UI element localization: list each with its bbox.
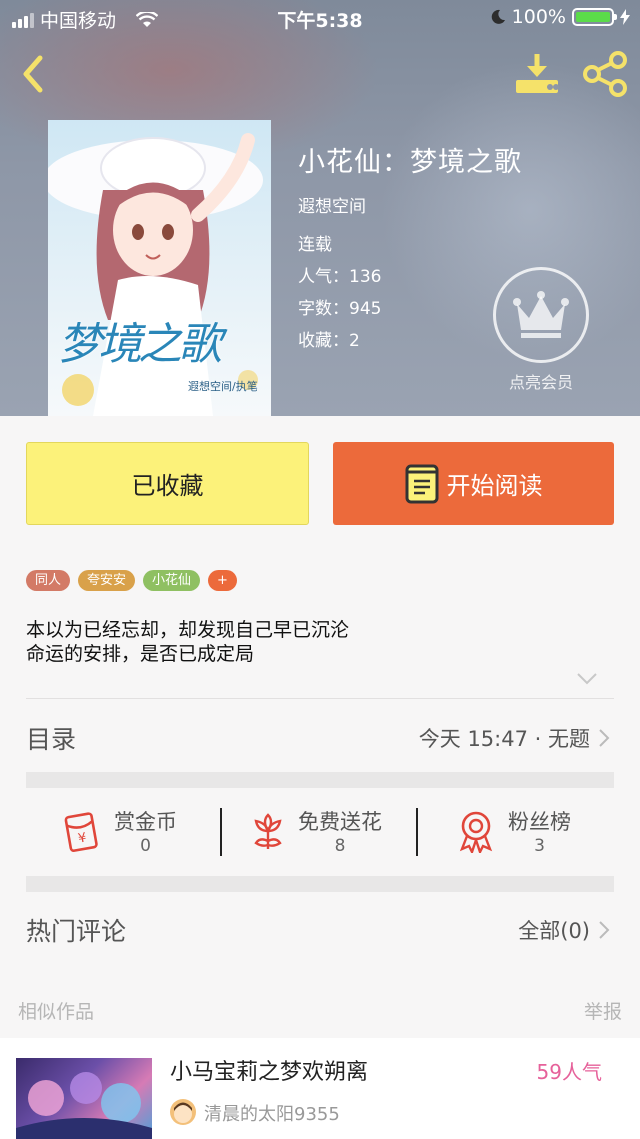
- avatar: [170, 1099, 196, 1125]
- collect-label: 已收藏: [131, 472, 204, 500]
- catalog-latest[interactable]: 今天 15:47 · 无题: [419, 723, 610, 753]
- book-header: 中国移动 下午5:38 100% 梦境之歌 遐想空间/执笔 小花仙：梦境之歌 遐…: [0, 0, 640, 416]
- similar-work-popularity: 59人气: [536, 1060, 602, 1084]
- chevron-right-icon: [599, 729, 610, 747]
- divider: [26, 698, 614, 699]
- book-title: 小花仙：梦境之歌: [298, 147, 522, 178]
- catalog-latest-label: 今天 15:47 · 无题: [418, 727, 590, 751]
- similar-work-thumbnail: [16, 1058, 152, 1139]
- book-author[interactable]: 遐想空间: [298, 192, 366, 217]
- cover-credit: 遐想空间/执笔: [188, 380, 258, 393]
- section-gap: [26, 772, 614, 788]
- fan-ranking-button[interactable]: 粉丝榜 3: [454, 800, 571, 862]
- separator: [416, 808, 418, 856]
- all-comments-label: 全部(0): [518, 919, 590, 943]
- send-flower-button[interactable]: 免费送花 8: [248, 800, 382, 862]
- book-icon: [405, 464, 438, 503]
- book-cover[interactable]: 梦境之歌 遐想空间/执笔: [48, 120, 271, 416]
- book-description: 本以为已经忘却，却发现自己早已沉沦 命运的安排，是否已成定局: [26, 619, 350, 665]
- action-bar: ¥ 赏金币 0 免费送花 8 粉丝榜 3: [26, 800, 614, 862]
- flower-icon: [254, 813, 282, 849]
- vip-badge[interactable]: 点亮会员: [493, 267, 589, 392]
- tag-item[interactable]: 夸安安: [78, 570, 136, 591]
- reward-coin-button[interactable]: ¥ 赏金币 0: [60, 800, 177, 862]
- vip-label: 点亮会员: [508, 373, 573, 392]
- similar-work-name: 小马宝莉之梦欢朔离: [170, 1060, 369, 1085]
- tag-item[interactable]: 同人: [26, 570, 71, 591]
- similar-works-title: 相似作品: [18, 1001, 95, 1023]
- back-button[interactable]: [14, 52, 54, 96]
- collect-button[interactable]: 已收藏: [26, 442, 309, 525]
- chevron-down-icon[interactable]: [576, 672, 598, 686]
- tag-list: 同人 夸安安 小花仙 +: [26, 570, 237, 591]
- medal-icon: [459, 811, 493, 853]
- battery-icon: [572, 8, 617, 26]
- similar-work-author[interactable]: 清晨的太阳9355: [204, 1100, 340, 1126]
- hot-comments-title: 热门评论: [26, 917, 127, 946]
- download-button[interactable]: [512, 52, 562, 96]
- crown-icon: [513, 291, 569, 338]
- cover-title: 梦境之歌: [58, 319, 222, 370]
- similar-work-card[interactable]: 小马宝莉之梦欢朔离 59人气 清晨的太阳9355: [0, 1038, 640, 1139]
- report-link[interactable]: 举报: [584, 997, 622, 1024]
- add-tag-button[interactable]: +: [208, 570, 237, 591]
- red-envelope-icon: ¥: [64, 812, 98, 852]
- chevron-right-icon: [599, 921, 610, 939]
- separator: [220, 808, 222, 856]
- stat-favorites: 收藏：2: [298, 331, 360, 351]
- book-status: 连载: [298, 235, 332, 255]
- catalog-title[interactable]: 目录: [26, 720, 76, 756]
- charging-icon: [620, 9, 630, 25]
- start-reading-label: 开始阅读: [446, 472, 543, 500]
- tag-item[interactable]: 小花仙: [143, 570, 201, 591]
- book-info: 小花仙：梦境之歌 遐想空间 连载 人气：136 字数：945 收藏：2: [298, 140, 522, 351]
- svg-text:¥: ¥: [77, 830, 88, 846]
- start-reading-button[interactable]: 开始阅读: [333, 442, 614, 525]
- share-button[interactable]: [582, 50, 630, 98]
- all-comments-link[interactable]: 全部(0): [518, 915, 610, 945]
- moon-icon: [491, 9, 505, 24]
- status-bar: 中国移动 下午5:38 100%: [0, 0, 640, 36]
- section-gap: [26, 876, 614, 892]
- stat-word-count: 字数：945: [298, 299, 382, 319]
- battery-percent: 100%: [511, 6, 566, 28]
- stat-popularity: 人气：136: [298, 267, 382, 287]
